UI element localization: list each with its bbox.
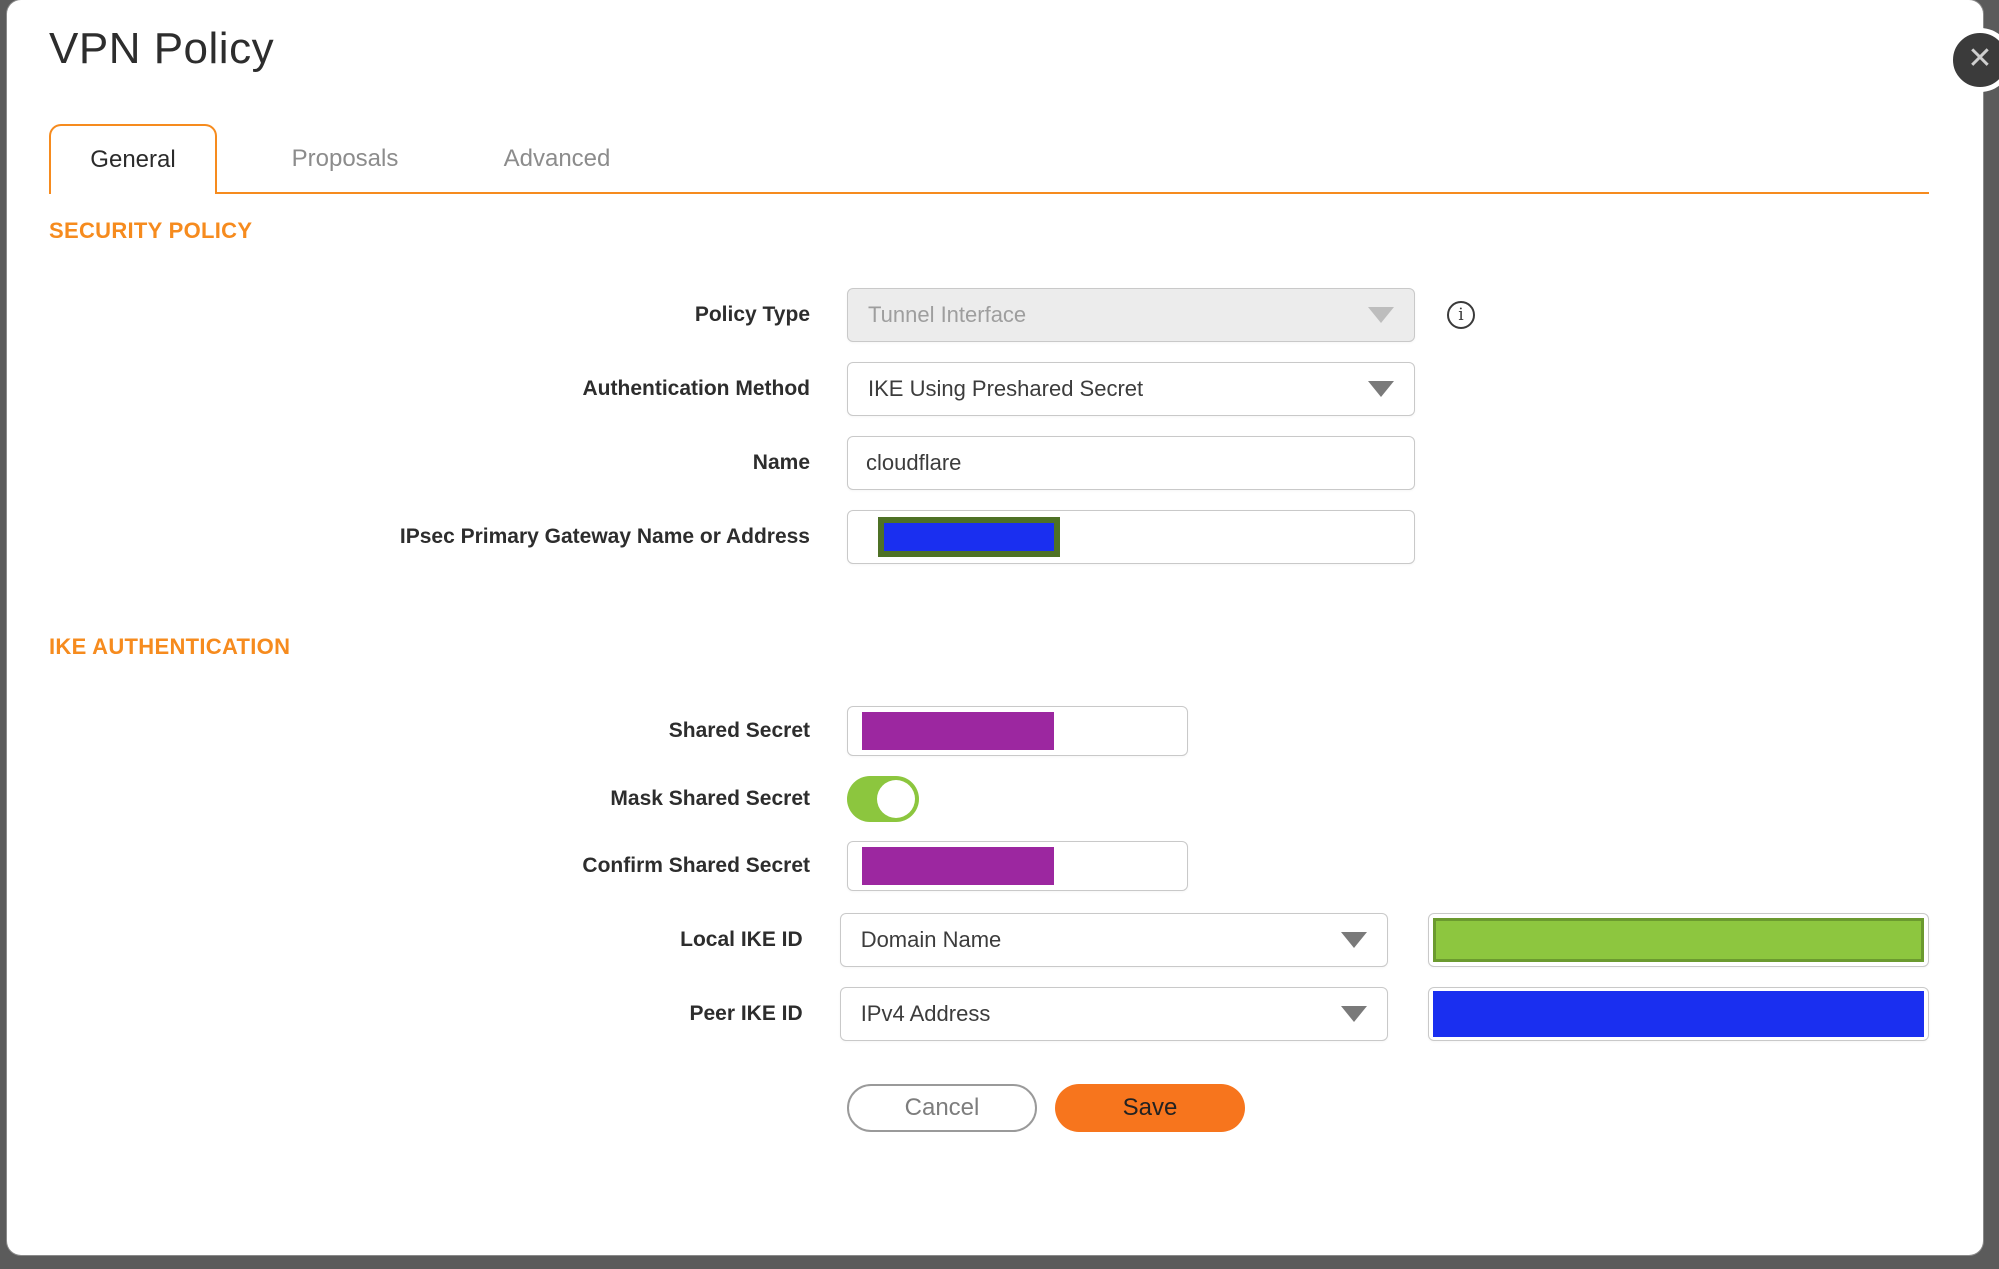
shared-secret-label: Shared Secret <box>668 719 810 742</box>
confirm-shared-secret-input[interactable] <box>847 841 1188 891</box>
policy-type-label: Policy Type <box>694 303 810 326</box>
chevron-down-icon <box>1368 381 1394 397</box>
tab-general-label: General <box>90 146 176 173</box>
info-icon[interactable]: i <box>1447 301 1475 329</box>
mask-shared-secret-label: Mask Shared Secret <box>610 787 810 810</box>
shared-secret-row: Shared Secret <box>49 706 1929 756</box>
redacted-peer-ike-id-value <box>1432 991 1925 1037</box>
chevron-down-icon <box>1368 307 1394 323</box>
peer-ike-id-input[interactable] <box>1427 987 1930 1041</box>
local-ike-id-input[interactable] <box>1427 913 1930 967</box>
chevron-down-icon <box>1340 932 1367 948</box>
policy-type-value: Tunnel Interface <box>868 302 1027 327</box>
confirm-shared-secret-row: Confirm Shared Secret <box>49 841 1929 891</box>
local-ike-id-select[interactable]: Domain Name <box>839 913 1388 967</box>
redacted-confirm-shared-secret-value <box>862 847 1054 885</box>
tab-bar: General Proposals Advanced <box>49 124 1929 196</box>
name-input[interactable]: cloudflare <box>847 436 1415 490</box>
name-value: cloudflare <box>866 450 962 475</box>
local-ike-id-row: Local IKE ID Domain Name <box>49 913 1930 967</box>
ipsec-gateway-label: IPsec Primary Gateway Name or Address <box>399 525 810 548</box>
redacted-gateway-value <box>878 517 1060 557</box>
authentication-method-select[interactable]: IKE Using Preshared Secret <box>847 362 1415 416</box>
page-title: VPN Policy <box>49 24 275 73</box>
ipsec-gateway-input[interactable] <box>847 510 1415 564</box>
peer-ike-id-label: Peer IKE ID <box>689 1002 803 1025</box>
save-button[interactable]: Save <box>1055 1084 1245 1132</box>
ipsec-gateway-row: IPsec Primary Gateway Name or Address <box>49 510 1929 564</box>
name-row: Name cloudflare <box>49 436 1929 490</box>
tab-advanced-label: Advanced <box>503 145 611 172</box>
authentication-method-label: Authentication Method <box>582 377 810 400</box>
cancel-button[interactable]: Cancel <box>847 1084 1037 1132</box>
local-ike-id-type-value: Domain Name <box>860 927 1002 952</box>
peer-ike-id-row: Peer IKE ID IPv4 Address <box>49 987 1930 1041</box>
redacted-local-ike-id-value <box>1432 918 1925 962</box>
shared-secret-input[interactable] <box>847 706 1188 756</box>
peer-ike-id-type-value: IPv4 Address <box>860 1001 991 1026</box>
toggle-knob <box>877 780 915 818</box>
authentication-method-value: IKE Using Preshared Secret <box>868 376 1144 401</box>
authentication-method-row: Authentication Method IKE Using Preshare… <box>49 362 1929 416</box>
redacted-shared-secret-value <box>862 712 1054 750</box>
mask-shared-secret-toggle[interactable] <box>847 776 919 822</box>
close-icon-glyph: ✕ <box>1967 42 1993 75</box>
section-heading-security-policy: SECURITY POLICY <box>49 218 253 243</box>
name-label: Name <box>752 451 810 474</box>
section-heading-ike-authentication: IKE AUTHENTICATION <box>49 634 291 659</box>
policy-type-row: Policy Type Tunnel Interface i <box>49 288 1929 342</box>
vpn-policy-dialog: VPN Policy General Proposals Advanced SE… <box>7 0 1983 1255</box>
tab-proposals-label: Proposals <box>291 145 399 172</box>
tab-proposals[interactable]: Proposals <box>261 126 429 192</box>
info-icon-glyph: i <box>1458 305 1464 325</box>
tab-advanced[interactable]: Advanced <box>473 126 641 192</box>
tab-general[interactable]: General <box>49 124 217 196</box>
confirm-shared-secret-label: Confirm Shared Secret <box>582 854 810 877</box>
local-ike-id-label: Local IKE ID <box>680 928 803 951</box>
policy-type-select: Tunnel Interface <box>847 288 1415 342</box>
mask-shared-secret-row: Mask Shared Secret <box>49 776 1929 822</box>
dialog-actions: Cancel Save <box>847 1084 1929 1132</box>
chevron-down-icon <box>1340 1006 1367 1022</box>
peer-ike-id-select[interactable]: IPv4 Address <box>839 987 1388 1041</box>
